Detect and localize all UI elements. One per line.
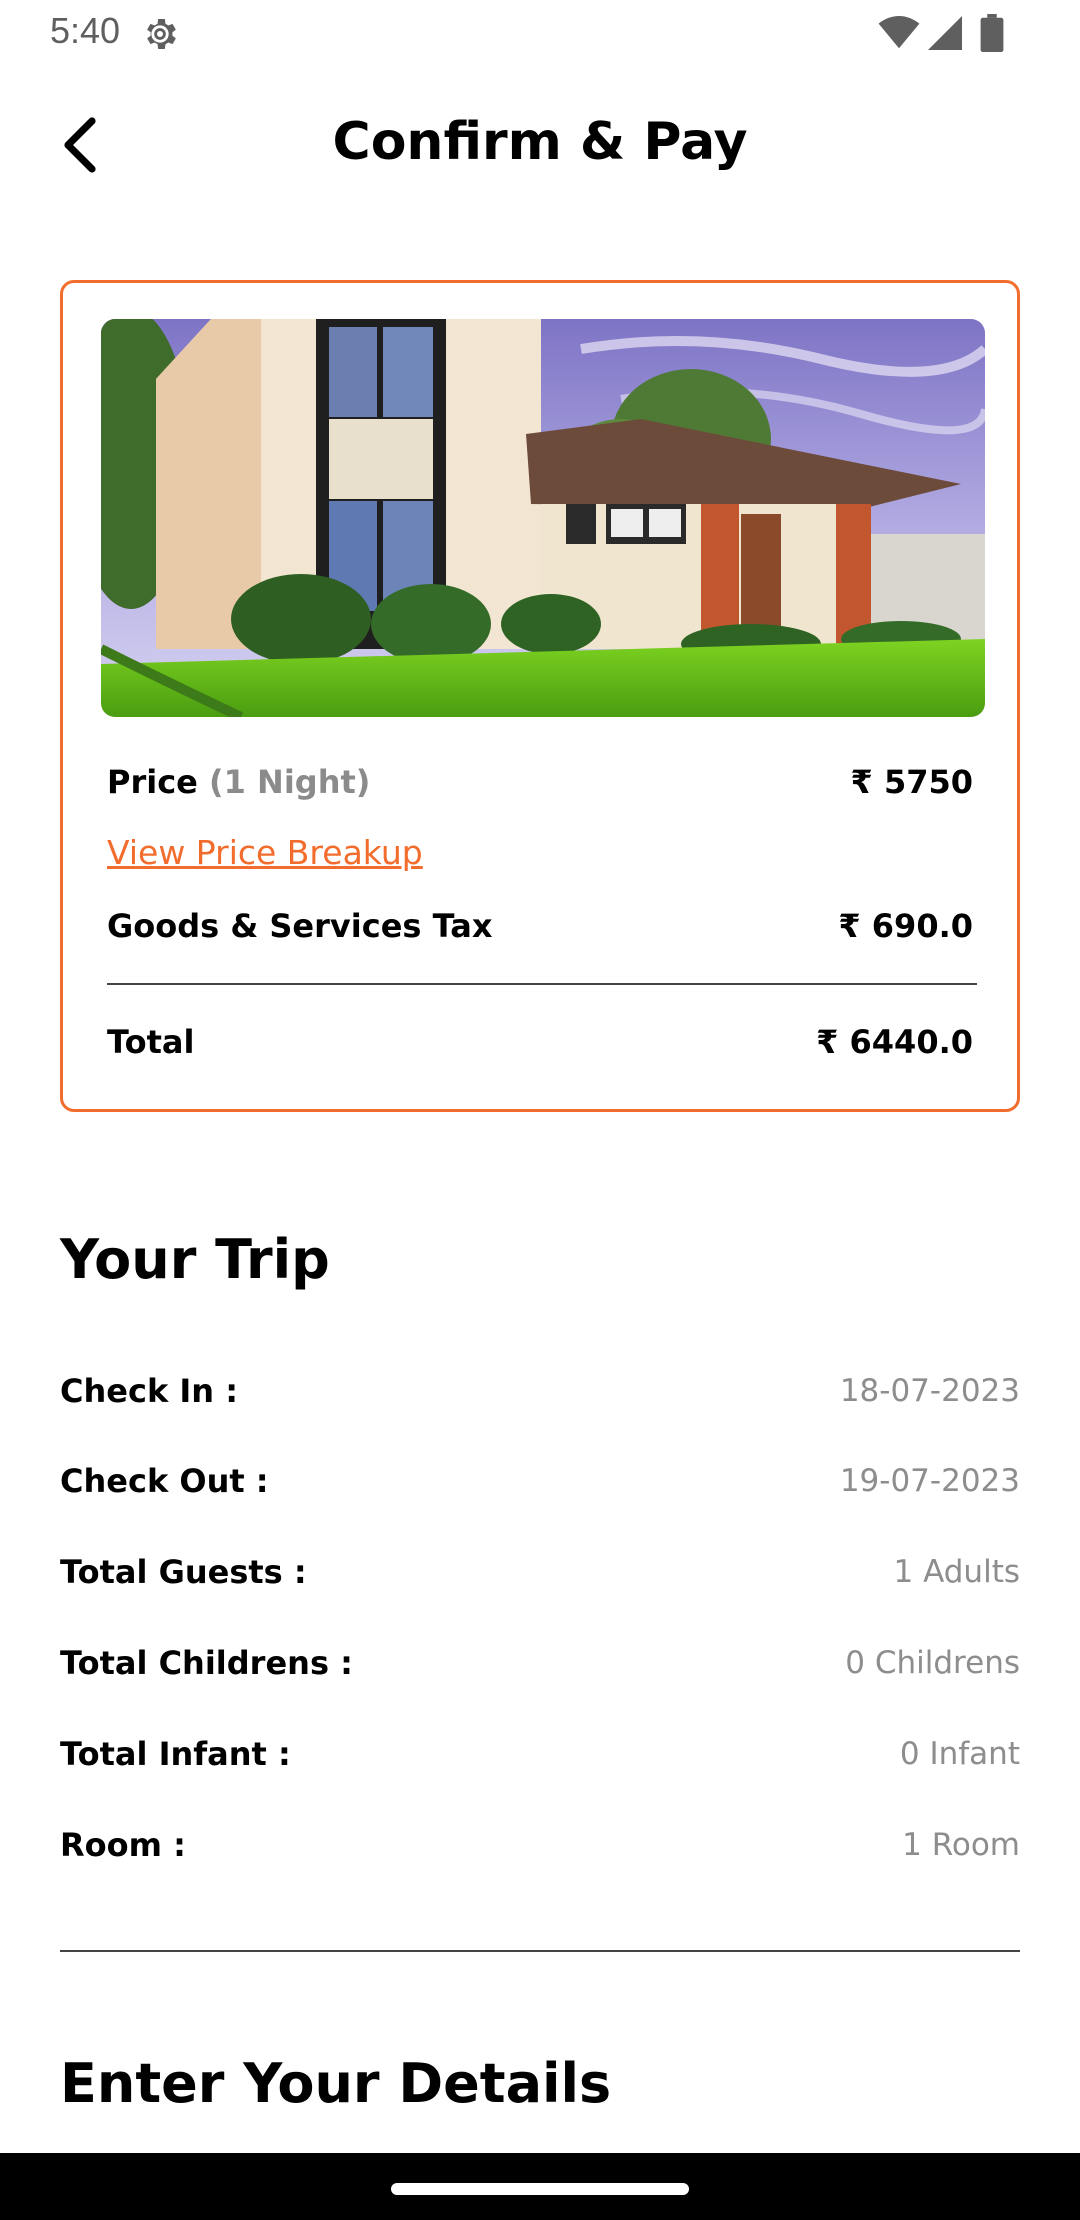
signal-icon — [928, 16, 962, 50]
trip-row-label: Total Infant : — [60, 1735, 291, 1773]
trip-section-title: Your Trip — [60, 1228, 330, 1291]
trip-row-label: Check Out : — [60, 1462, 269, 1500]
total-label: Total — [107, 1023, 195, 1061]
trip-row-label: Room : — [60, 1826, 186, 1864]
total-row: Total ₹ 6440.0 — [107, 1023, 973, 1061]
price-label-group: Price (1 Night) — [107, 763, 370, 801]
trip-row-value: 1 Room — [902, 1827, 1020, 1863]
settings-icon — [147, 19, 176, 49]
view-price-breakup-link[interactable]: View Price Breakup — [107, 833, 423, 872]
price-label: Price — [107, 763, 198, 801]
trip-row-room: Room : 1 Room — [60, 1826, 1020, 1864]
trip-row-check-in: Check In : 18-07-2023 — [60, 1372, 1020, 1410]
system-nav-bar — [0, 2153, 1080, 2220]
trip-row-check-out: Check Out : 19-07-2023 — [60, 1462, 1020, 1500]
section-divider — [60, 1950, 1020, 1952]
trip-row-label: Total Childrens : — [60, 1644, 353, 1682]
trip-row-value: 19-07-2023 — [839, 1463, 1020, 1499]
card-divider — [107, 983, 977, 985]
trip-row-label: Total Guests : — [60, 1553, 307, 1591]
trip-row-childrens: Total Childrens : 0 Childrens — [60, 1644, 1020, 1682]
property-photo — [101, 319, 985, 717]
battery-icon — [980, 14, 1004, 52]
trip-row-label: Check In : — [60, 1372, 238, 1410]
home-indicator[interactable] — [391, 2183, 689, 2195]
trip-row-value: 0 Childrens — [845, 1645, 1020, 1681]
price-night-note: (1 Night) — [209, 763, 371, 801]
back-button[interactable] — [50, 110, 110, 180]
trip-row-guests: Total Guests : 1 Adults — [60, 1553, 1020, 1591]
tax-row: Goods & Services Tax ₹ 690.0 — [107, 907, 973, 945]
trip-row-infant: Total Infant : 0 Infant — [60, 1735, 1020, 1773]
trip-row-value: 0 Infant — [899, 1736, 1020, 1772]
page-title: Confirm & Pay — [332, 112, 748, 172]
chevron-left-icon — [64, 117, 96, 173]
confirm-pay-screen: 5:40 Confirm & Pay Price (1 Night) ₹ 575… — [0, 0, 1080, 2220]
trip-row-value: 1 Adults — [893, 1554, 1020, 1590]
price-row: Price (1 Night) ₹ 5750 — [107, 763, 973, 801]
status-time: 5:40 — [50, 10, 121, 51]
tax-label: Goods & Services Tax — [107, 907, 493, 945]
details-section-title: Enter Your Details — [60, 2052, 612, 2115]
tax-value: ₹ 690.0 — [838, 907, 973, 945]
trip-row-value: 18-07-2023 — [839, 1373, 1020, 1409]
wifi-icon — [878, 16, 920, 49]
booking-summary-card: Price (1 Night) ₹ 5750 View Price Breaku… — [60, 280, 1020, 1112]
total-value: ₹ 6440.0 — [816, 1023, 973, 1061]
price-value: ₹ 5750 — [850, 763, 973, 801]
status-bar: 5:40 — [0, 0, 1080, 66]
app-header: Confirm & Pay — [0, 90, 1080, 200]
